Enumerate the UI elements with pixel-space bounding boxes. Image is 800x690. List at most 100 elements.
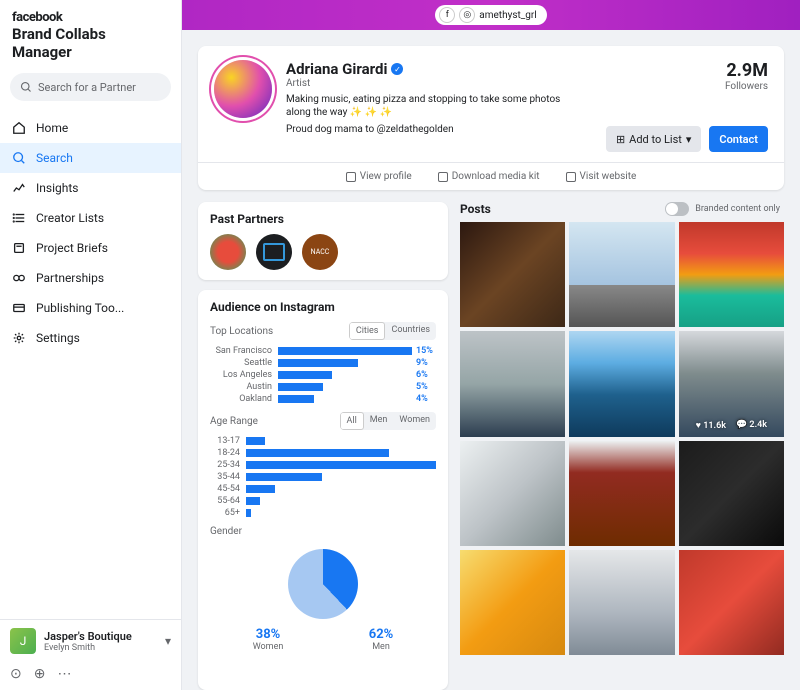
search-placeholder: Search for a Partner — [38, 81, 136, 94]
nav-label: Creator Lists — [36, 211, 104, 225]
topbar: f ◎ amethyst_grl — [182, 0, 800, 30]
search-icon — [20, 81, 32, 93]
main-panel: f ◎ amethyst_grl Adriana Girardi ✓ Artis… — [182, 0, 800, 690]
post-tile[interactable] — [679, 441, 784, 546]
post-tile[interactable] — [460, 331, 565, 436]
likes-count: ♥ 11.6k — [696, 420, 726, 431]
notifications-icon[interactable]: ⊕ — [34, 666, 46, 682]
facebook-icon: f — [439, 7, 455, 23]
post-tile[interactable] — [569, 441, 674, 546]
tab-view-profile[interactable]: View profile — [346, 171, 412, 182]
follower-stats: 2.9M Followers — [725, 60, 768, 136]
publishing-icon — [12, 301, 26, 315]
posts-title: Posts — [460, 202, 491, 216]
business-name: Jasper's Boutique — [44, 630, 165, 643]
men-pct: 62% — [369, 627, 394, 642]
chevron-down-icon: ▾ — [165, 634, 171, 648]
tab-download-media-kit[interactable]: Download media kit — [438, 171, 540, 182]
top-locations-chart: San Francisco15%Seattle9%Los Angeles6%Au… — [210, 346, 436, 404]
post-tile[interactable] — [460, 550, 565, 655]
women-pct: 38% — [253, 627, 284, 642]
profile-name: Adriana Girardi — [286, 60, 387, 78]
branded-content-toggle[interactable]: Branded content only — [665, 202, 780, 216]
partner-logo[interactable] — [256, 234, 292, 270]
toggle-all[interactable]: All — [340, 412, 364, 430]
nav-creator-lists[interactable]: Creator Lists — [0, 203, 181, 233]
toggle-women[interactable]: Women — [393, 412, 436, 430]
profile-picture[interactable] — [214, 60, 272, 118]
profile-tabs: View profile Download media kit Visit we… — [198, 162, 784, 190]
help-icon[interactable]: ⊙ — [10, 666, 22, 682]
tab-visit-website[interactable]: Visit website — [566, 171, 637, 182]
nav-label: Publishing Too... — [36, 301, 124, 315]
instagram-handle-pill[interactable]: f ◎ amethyst_grl — [435, 5, 546, 25]
sidebar-nav: Home Search Insights Creator Lists Proje… — [0, 107, 181, 619]
search-input[interactable]: Search for a Partner — [10, 73, 171, 101]
partner-logo[interactable] — [210, 234, 246, 270]
nav-label: Search — [36, 151, 73, 165]
add-to-list-button[interactable]: ⊞ Add to List ▾ — [606, 126, 701, 152]
briefs-icon — [12, 241, 26, 255]
age-range-chart: 13-1718-2425-3435-4445-5455-6465+ — [210, 436, 436, 518]
post-tile[interactable] — [569, 331, 674, 436]
more-icon[interactable]: ⋯ — [57, 666, 71, 682]
gender-label: Gender — [210, 526, 242, 537]
add-to-list-label: Add to List — [629, 133, 682, 146]
search-icon — [12, 151, 26, 165]
facebook-wordmark: facebook — [12, 10, 169, 25]
insights-icon — [12, 181, 26, 195]
locations-toggle[interactable]: Cities Countries — [349, 322, 436, 340]
profile-role: Artist — [286, 78, 725, 89]
instagram-icon — [346, 172, 356, 182]
post-tile[interactable] — [679, 222, 784, 327]
nav-home[interactable]: Home — [0, 113, 181, 143]
nav-search[interactable]: Search — [0, 143, 181, 173]
home-icon — [12, 121, 26, 135]
contact-button[interactable]: Contact — [709, 126, 768, 152]
globe-icon — [566, 172, 576, 182]
nav-label: Home — [36, 121, 68, 135]
partner-logo[interactable]: NACC — [302, 234, 338, 270]
past-partners-card: Past Partners NACC — [198, 202, 448, 280]
post-tile[interactable] — [569, 222, 674, 327]
nav-publishing-tools[interactable]: Publishing Too... — [0, 293, 181, 323]
post-tile[interactable] — [460, 441, 565, 546]
nav-label: Insights — [36, 181, 78, 195]
chevron-down-icon: ▾ — [686, 133, 692, 146]
download-icon — [438, 172, 448, 182]
toggle-cities[interactable]: Cities — [349, 322, 386, 340]
brand-block: facebook Brand Collabs Manager — [0, 0, 181, 67]
instagram-icon: ◎ — [459, 7, 475, 23]
nav-label: Partnerships — [36, 271, 104, 285]
nav-label: Project Briefs — [36, 241, 108, 255]
toggle-countries[interactable]: Countries — [385, 322, 436, 340]
women-label: Women — [253, 642, 284, 652]
post-tile[interactable] — [679, 550, 784, 655]
handle-text: amethyst_grl — [479, 10, 536, 21]
nav-project-briefs[interactable]: Project Briefs — [0, 233, 181, 263]
branded-label: Branded content only — [695, 204, 780, 214]
account-switcher[interactable]: J Jasper's Boutique Evelyn Smith ▾ — [0, 619, 181, 662]
profile-card: Adriana Girardi ✓ Artist Making music, e… — [198, 46, 784, 190]
user-name: Evelyn Smith — [44, 643, 165, 653]
verified-badge-icon: ✓ — [391, 63, 403, 75]
profile-bio-line1: Making music, eating pizza and stopping … — [286, 93, 566, 119]
toggle-switch[interactable] — [665, 202, 689, 216]
nav-settings[interactable]: Settings — [0, 323, 181, 353]
toggle-men[interactable]: Men — [364, 412, 394, 430]
nav-partnerships[interactable]: Partnerships — [0, 263, 181, 293]
post-tile[interactable] — [460, 222, 565, 327]
nav-insights[interactable]: Insights — [0, 173, 181, 203]
business-avatar: J — [10, 628, 36, 654]
follower-label: Followers — [725, 81, 768, 92]
audience-card: Audience on Instagram Top Locations Citi… — [198, 290, 448, 690]
post-tile[interactable]: ♥ 11.6k 💬 2.4k — [679, 331, 784, 436]
age-toggle[interactable]: All Men Women — [340, 412, 436, 430]
contact-label: Contact — [719, 133, 758, 146]
post-tile[interactable] — [569, 550, 674, 655]
profile-bio-line2: Proud dog mama to @zeldathegolden — [286, 123, 566, 136]
gender-pie-chart — [288, 549, 358, 619]
app-title: Brand Collabs Manager — [12, 25, 169, 61]
age-range-label: Age Range — [210, 416, 258, 427]
past-partners-title: Past Partners — [210, 212, 436, 226]
